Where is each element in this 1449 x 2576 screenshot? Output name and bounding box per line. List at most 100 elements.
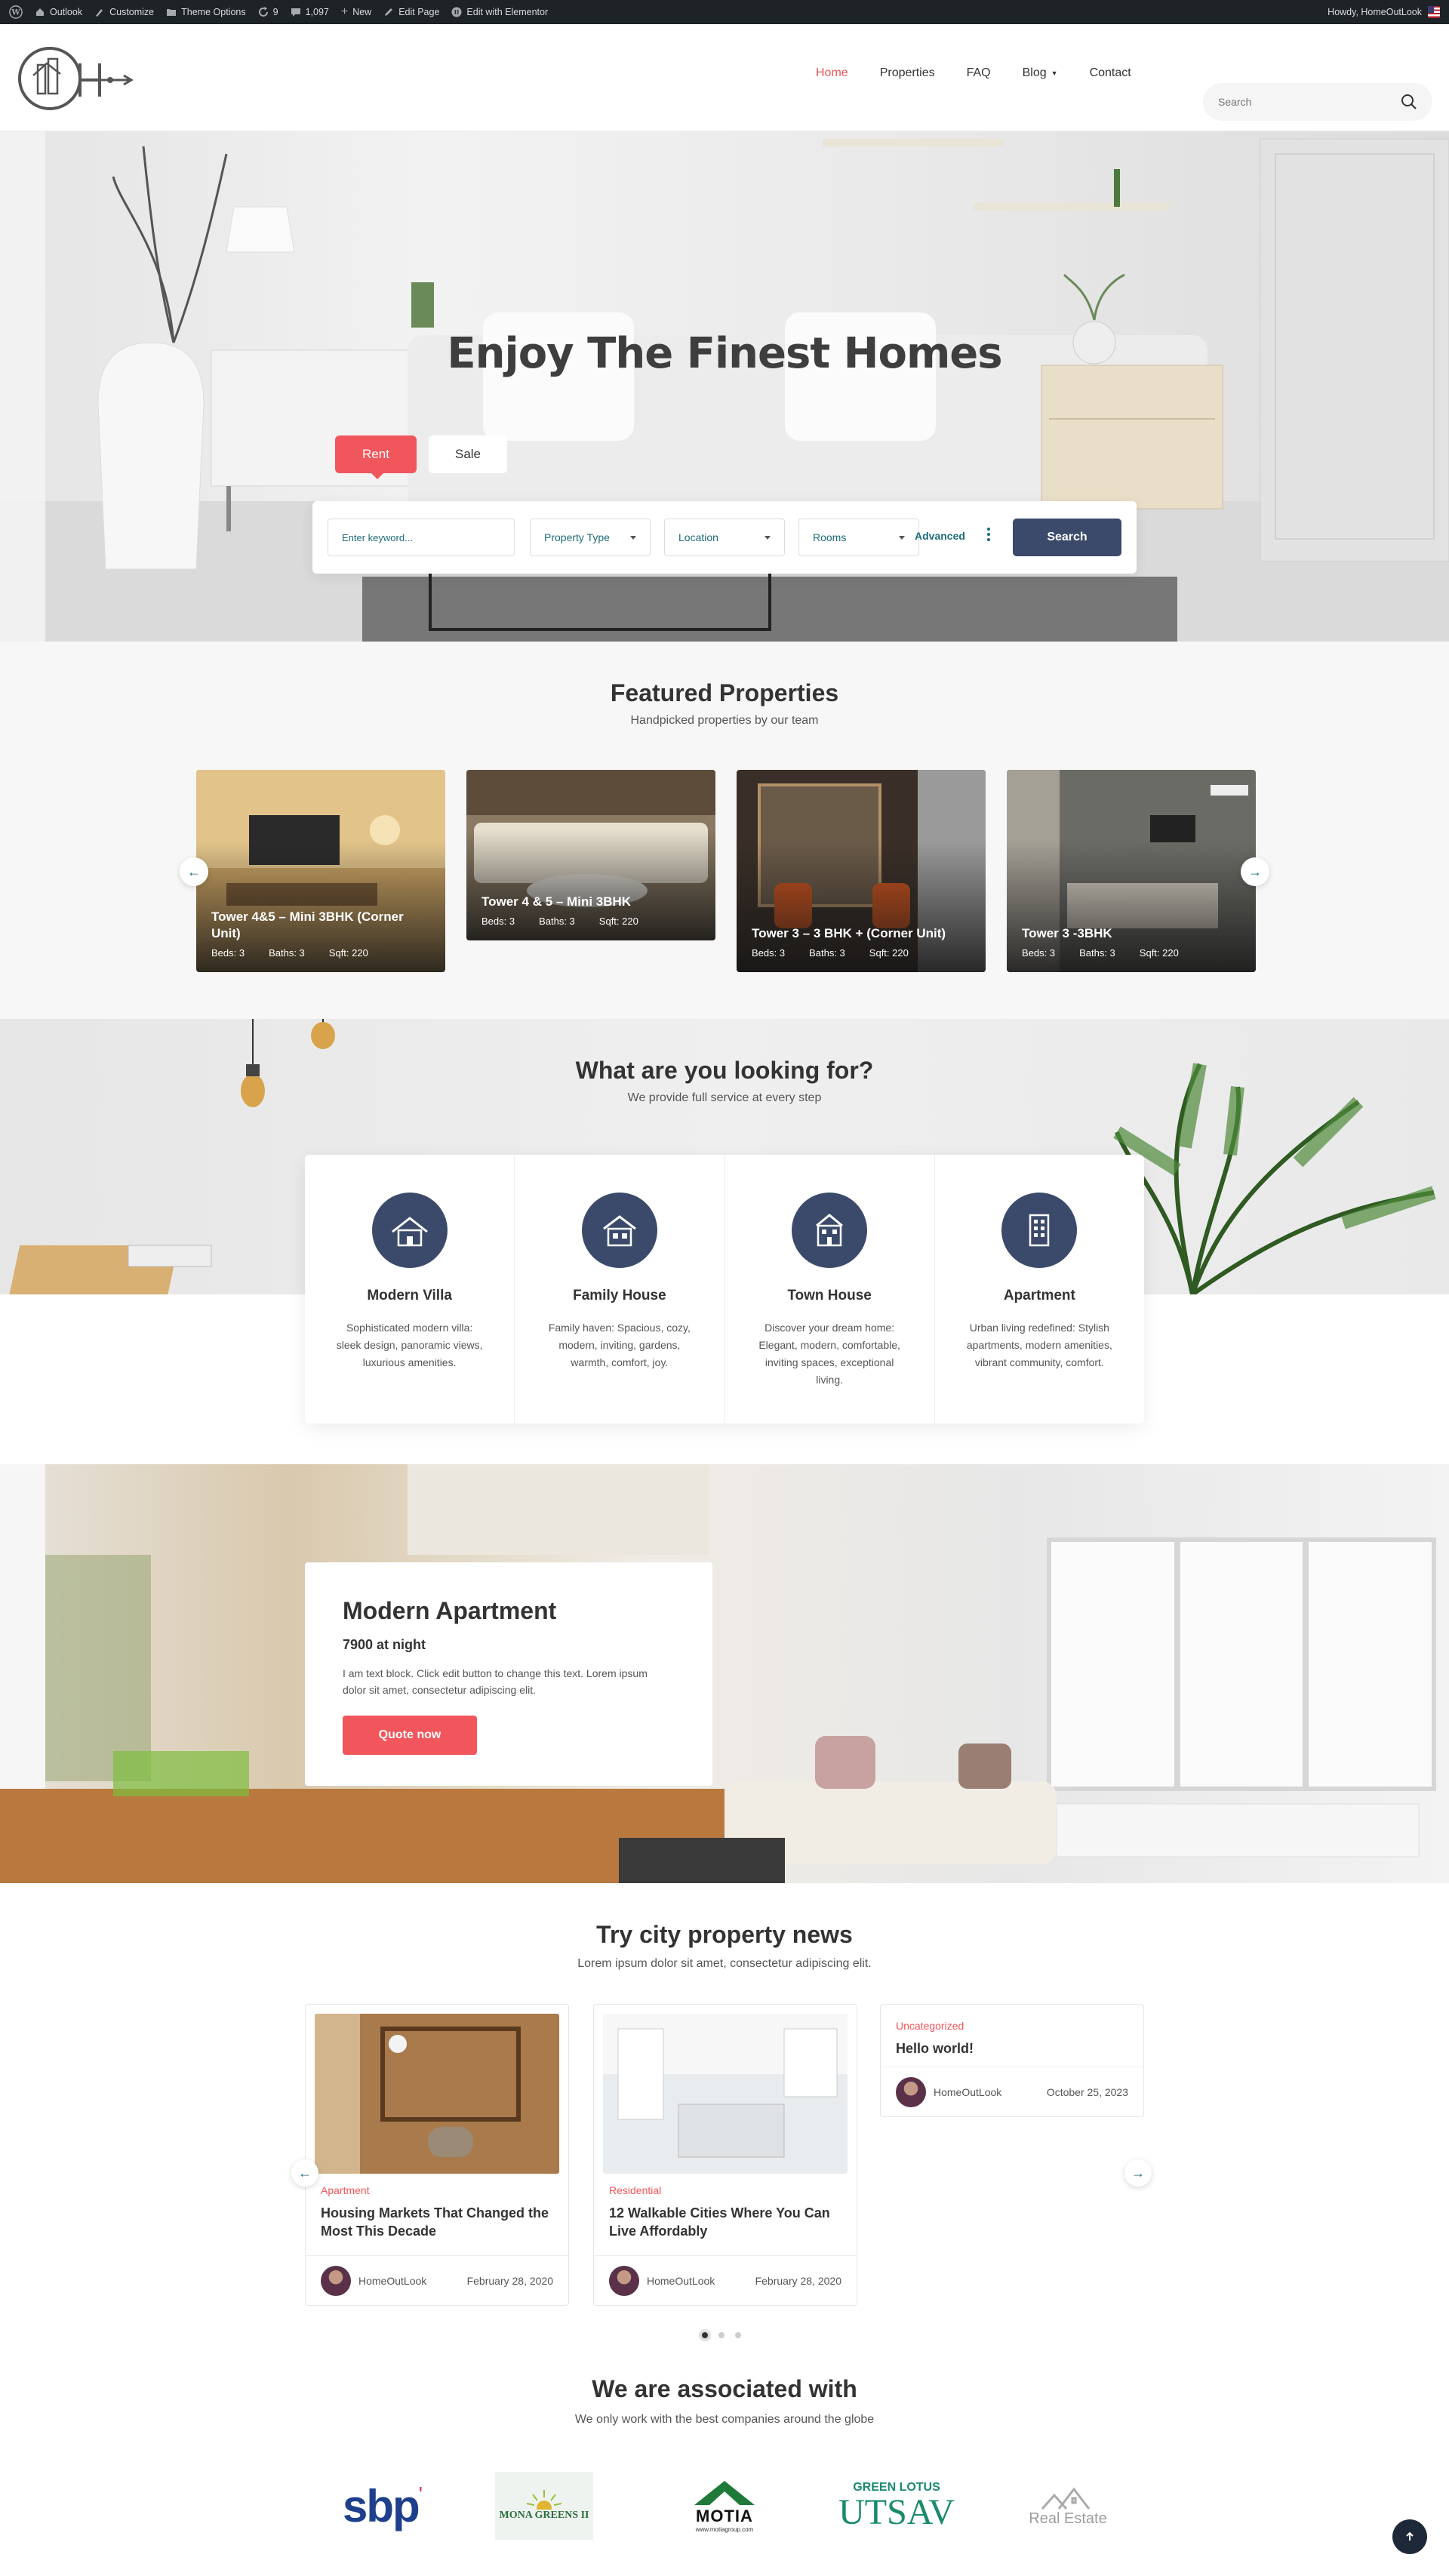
pagination-dot[interactable] xyxy=(735,2332,741,2338)
caret-down-icon xyxy=(899,535,905,540)
news-author[interactable]: HomeOutLook xyxy=(647,2275,715,2287)
service-modern-villa[interactable]: Modern Villa Sophisticated modern villa:… xyxy=(305,1155,515,1423)
property-card[interactable]: Tower 4&5 – Mini 3BHK (Corner Unit) Beds… xyxy=(196,770,445,972)
admin-edit-page[interactable]: Edit Page xyxy=(383,7,439,17)
news-pagination xyxy=(702,2332,741,2338)
admin-customize[interactable]: Customize xyxy=(94,7,154,17)
news-author[interactable]: HomeOutLook xyxy=(934,2086,1001,2098)
admin-comments[interactable]: 1,097 xyxy=(291,7,329,17)
keyword-input[interactable]: Enter keyword... xyxy=(328,519,515,556)
news-title-link[interactable]: 12 Walkable Cities Where You Can Live Af… xyxy=(609,2204,841,2241)
location-select[interactable]: Location xyxy=(664,519,785,556)
partner-mona-greens-logo[interactable]: MONA GREENS II xyxy=(495,2472,593,2540)
pagination-dot[interactable] xyxy=(718,2332,724,2338)
news-title: Try city property news xyxy=(596,1921,853,1948)
admin-updates[interactable]: 9 xyxy=(258,7,278,17)
nav-properties[interactable]: Properties xyxy=(864,66,951,80)
service-family-house[interactable]: Family House Family haven: Spacious, coz… xyxy=(515,1155,725,1423)
admin-theme-options-label: Theme Options xyxy=(181,7,246,17)
news-author[interactable]: HomeOutLook xyxy=(358,2275,426,2287)
property-type-label: Property Type xyxy=(544,531,610,543)
partner-sbp-logo[interactable]: sbp ' xyxy=(326,2472,439,2540)
news-category[interactable]: Apartment xyxy=(321,2184,553,2196)
caret-down-icon xyxy=(630,535,636,540)
apartment-text: I am text block. Click edit button to ch… xyxy=(343,1667,648,1697)
admin-account[interactable]: Howdy, HomeOutLook xyxy=(1327,6,1440,18)
avatar xyxy=(321,2265,351,2296)
property-baths: Baths: 3 xyxy=(539,916,575,927)
rooms-select[interactable]: Rooms xyxy=(798,519,919,556)
service-text: Discover your dream home: Elegant, moder… xyxy=(758,1322,900,1386)
news-prev-button[interactable]: ← xyxy=(291,2159,318,2187)
service-name: Modern Villa xyxy=(367,1288,452,1303)
property-sqft: Sqft: 220 xyxy=(598,916,638,927)
admin-edit-elementor[interactable]: Edit with Elementor xyxy=(451,7,548,17)
sbp-accent-icon: ' xyxy=(418,2482,423,2506)
header-search-input[interactable] xyxy=(1218,96,1401,108)
carousel-prev-button[interactable]: ← xyxy=(180,857,208,886)
news-date: October 25, 2023 xyxy=(1046,2085,1128,2098)
carousel-next-button[interactable]: → xyxy=(1241,857,1269,886)
news-next-button[interactable]: → xyxy=(1124,2159,1152,2187)
property-type-select[interactable]: Property Type xyxy=(530,519,651,556)
nav-blog[interactable]: Blog ▼ xyxy=(1007,66,1074,80)
partners-section: We are associated with We only work with… xyxy=(0,2359,1449,2576)
avatar xyxy=(609,2265,639,2296)
brush-icon xyxy=(96,9,103,17)
news-image xyxy=(315,2014,559,2174)
tab-rent[interactable]: Rent xyxy=(335,435,417,479)
quote-now-button[interactable]: Quote now xyxy=(343,1715,477,1755)
admin-theme-options[interactable]: Theme Options xyxy=(166,7,246,17)
admin-updates-count: 9 xyxy=(272,7,278,17)
service-name: Family House xyxy=(573,1288,666,1303)
service-town-house[interactable]: Town House Discover your dream home: Ele… xyxy=(725,1155,935,1423)
vertical-dots-icon[interactable] xyxy=(987,528,990,543)
admin-comments-count: 1,097 xyxy=(305,7,329,17)
partner-green-lotus-logo[interactable]: GREEN LOTUS UTSAV xyxy=(836,2472,957,2540)
news-title-link[interactable]: Housing Markets That Changed the Most Th… xyxy=(321,2204,553,2241)
advanced-toggle[interactable]: Advanced xyxy=(915,530,965,542)
apartment-title: Modern Apartment xyxy=(343,1597,557,1624)
news-card[interactable]: Apartment Housing Markets That Changed t… xyxy=(305,2004,569,2306)
property-meta: Beds: 3 Baths: 3 Sqft: 220 xyxy=(211,947,368,959)
news-title-link[interactable]: Hello world! xyxy=(896,2039,1128,2057)
property-card[interactable]: Tower 4 & 5 – Mini 3BHK Beds: 3 Baths: 3 S… xyxy=(466,770,715,940)
partner-motia-logo[interactable]: MOTIA www.motiagroup.com xyxy=(679,2472,770,2540)
nav-blog-label: Blog xyxy=(1022,66,1047,79)
admin-new[interactable]: + New xyxy=(341,5,371,19)
property-baths: Baths: 3 xyxy=(269,947,305,959)
wordpress-logo-icon[interactable]: W xyxy=(9,5,23,19)
location-label: Location xyxy=(678,531,718,543)
nav-faq[interactable]: FAQ xyxy=(951,66,1007,80)
site-logo[interactable] xyxy=(17,41,145,115)
service-apartment[interactable]: Apartment Urban living redefined: Stylis… xyxy=(935,1155,1144,1423)
news-card[interactable]: Residential 12 Walkable Cities Where You… xyxy=(593,2004,857,2306)
arrow-up-icon xyxy=(1406,2531,1414,2541)
header-search xyxy=(1203,83,1432,121)
news-card[interactable]: Uncategorized Hello world! HomeOutLook Oc… xyxy=(880,2004,1144,2117)
news-date: February 28, 2020 xyxy=(466,2274,553,2287)
admin-edit-elementor-label: Edit with Elementor xyxy=(466,7,549,17)
property-card[interactable]: Tower 3 -3BHK Beds: 3 Baths: 3 Sqft: 220 xyxy=(1007,770,1256,972)
property-beds: Beds: 3 xyxy=(481,916,515,927)
news-category[interactable]: Uncategorized xyxy=(896,2020,1128,2032)
property-meta: Beds: 3 Baths: 3 Sqft: 220 xyxy=(1022,947,1179,959)
home-icon xyxy=(36,8,44,16)
property-card[interactable]: Tower 3 – 3 BHK + (Corner Unit) Beds: 3B… xyxy=(737,770,986,972)
back-to-top-button[interactable] xyxy=(1392,2519,1427,2554)
admin-howdy: Howdy, HomeOutLook xyxy=(1327,7,1422,17)
partner-sbp-text: sbp xyxy=(342,2480,420,2531)
town-house-icon xyxy=(792,1193,868,1268)
nav-contact[interactable]: Contact xyxy=(1074,66,1147,80)
admin-site-name[interactable]: Outlook xyxy=(35,7,82,17)
pagination-dot[interactable] xyxy=(702,2332,708,2338)
tab-sale[interactable]: Sale xyxy=(429,435,507,473)
nav-home[interactable]: Home xyxy=(800,66,864,80)
news-category[interactable]: Residential xyxy=(609,2184,841,2196)
property-sqft: Sqft: 220 xyxy=(328,947,368,959)
search-icon[interactable] xyxy=(1401,94,1417,110)
partner-real-estate-logo[interactable]: Real Estate xyxy=(1019,2472,1117,2540)
admin-customize-label: Customize xyxy=(109,7,155,17)
news-footer: HomeOutLook February 28, 2020 xyxy=(306,2255,568,2305)
search-button[interactable]: Search xyxy=(1013,519,1121,556)
